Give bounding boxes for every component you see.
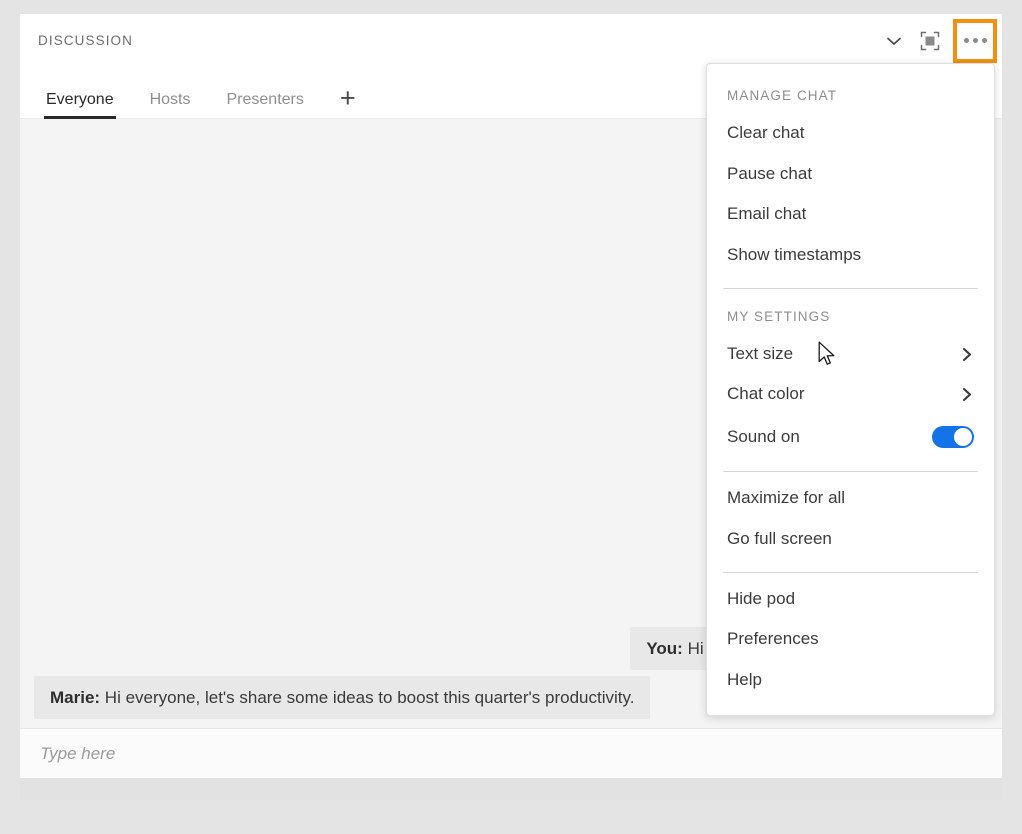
menu-item-clear-chat[interactable]: Clear chat xyxy=(707,113,994,154)
pod-options-menu: MANAGE CHAT Clear chat Pause chat Email … xyxy=(706,63,995,716)
tab-everyone-label: Everyone xyxy=(46,91,114,108)
more-options-icon[interactable] xyxy=(953,19,997,63)
add-tab-button[interactable]: + xyxy=(340,85,356,118)
pod-footer xyxy=(20,778,1002,800)
menu-divider xyxy=(723,471,978,472)
chevron-right-icon xyxy=(961,347,974,362)
more-dots xyxy=(964,38,987,43)
pod-header-actions xyxy=(877,14,1002,67)
chat-input[interactable] xyxy=(38,743,984,765)
menu-item-label: Sound on xyxy=(727,428,932,447)
menu-item-chat-color[interactable]: Chat color xyxy=(707,374,994,415)
menu-item-label: Pause chat xyxy=(727,165,974,184)
chevron-down-icon[interactable] xyxy=(877,24,911,58)
sound-toggle[interactable] xyxy=(932,426,974,448)
menu-item-label: Clear chat xyxy=(727,124,974,143)
menu-item-text-size[interactable]: Text size xyxy=(707,334,994,375)
menu-item-label: Preferences xyxy=(727,630,974,649)
menu-item-go-full-screen[interactable]: Go full screen xyxy=(707,519,994,560)
menu-item-label: Maximize for all xyxy=(727,489,974,508)
tab-everyone[interactable]: Everyone xyxy=(46,92,114,118)
page-title: DISCUSSION xyxy=(38,33,133,48)
message-text: Hi everyone, let's share some ideas to b… xyxy=(100,688,634,707)
tab-presenters[interactable]: Presenters xyxy=(227,92,304,118)
menu-divider xyxy=(723,572,978,573)
menu-item-label: Text size xyxy=(727,345,961,364)
maximize-pod-icon[interactable] xyxy=(913,24,947,58)
tab-hosts[interactable]: Hosts xyxy=(150,92,191,118)
menu-divider xyxy=(723,288,978,289)
menu-item-label: Show timestamps xyxy=(727,246,974,265)
menu-item-hide-pod[interactable]: Hide pod xyxy=(707,579,994,620)
tab-hosts-label: Hosts xyxy=(150,91,191,108)
menu-item-label: Hide pod xyxy=(727,590,974,609)
menu-item-email-chat[interactable]: Email chat xyxy=(707,194,994,235)
menu-item-show-timestamps[interactable]: Show timestamps xyxy=(707,235,994,276)
message-sender: Marie: xyxy=(50,688,100,707)
menu-item-pause-chat[interactable]: Pause chat xyxy=(707,154,994,195)
menu-item-preferences[interactable]: Preferences xyxy=(707,619,994,660)
menu-item-maximize-for-all[interactable]: Maximize for all xyxy=(707,478,994,519)
pod-header: DISCUSSION xyxy=(20,14,1002,67)
menu-item-label: Email chat xyxy=(727,205,974,224)
message-sender: You: xyxy=(646,639,683,658)
chat-composer[interactable] xyxy=(20,728,1002,778)
sound-toggle-knob xyxy=(954,428,972,446)
menu-section-my-settings-title: MY SETTINGS xyxy=(707,295,994,334)
chat-message-bubble: Marie: Hi everyone, let's share some ide… xyxy=(34,676,650,719)
menu-item-label: Go full screen xyxy=(727,530,974,549)
menu-item-label: Chat color xyxy=(727,385,961,404)
tab-presenters-label: Presenters xyxy=(227,91,304,108)
menu-item-sound-on[interactable]: Sound on xyxy=(707,415,994,459)
menu-item-help[interactable]: Help xyxy=(707,660,994,701)
chevron-right-icon xyxy=(961,387,974,402)
menu-item-label: Help xyxy=(727,671,974,690)
menu-section-manage-chat-title: MANAGE CHAT xyxy=(707,74,994,113)
